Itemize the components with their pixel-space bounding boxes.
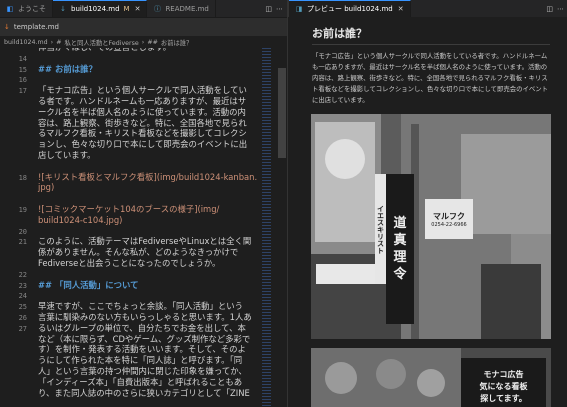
more-actions-icon[interactable]: ⋯ — [557, 5, 564, 13]
editor-actions: ◫ ⋯ — [265, 0, 287, 17]
booth-photo: モナコ広告 気になる看板 探してます。 — [311, 348, 551, 407]
code-line[interactable]: す）を制作・発表する活動をいいます。そして、そのよ — [38, 344, 246, 355]
code-line[interactable]: 店しています。 — [38, 150, 96, 161]
line-number: 19 — [18, 206, 27, 214]
code-line[interactable]: ョンし、色々な切り口で本にして即売会のイベントに出 — [38, 139, 247, 150]
code-line[interactable]: build1024-c104.jpg) — [38, 215, 122, 226]
breadcrumb-hash[interactable]: # — [56, 39, 61, 46]
tab-readme[interactable]: ⓘ README.md — [147, 0, 216, 17]
code-line[interactable]: このように、活動テーマはFediverseやLinuxとは全く関 — [38, 236, 251, 247]
scrollbar-thumb[interactable] — [278, 68, 286, 158]
code-line[interactable]: jpg) — [38, 182, 54, 193]
close-icon[interactable]: ✕ — [398, 5, 404, 13]
code-line[interactable]: 「モナコ広告」という個人サークルで同人活動をしてい — [38, 85, 247, 96]
more-actions-icon[interactable]: ⋯ — [276, 5, 283, 13]
tab-build1024[interactable]: ↓ build1024.md M ✕ — [53, 0, 148, 17]
code-line[interactable]: 人」という言葉の持つ仲間内に閉じた印象を嫌ってか、 — [38, 366, 247, 377]
editor-tab-bar: ◧ ようこそ ↓ build1024.md M ✕ ⓘ README.md ◫ … — [0, 0, 287, 18]
line-number: 14 — [18, 54, 27, 63]
preview-heading: お前は誰？ — [312, 27, 367, 40]
line-number: 27 — [18, 324, 27, 333]
preview-icon: ◨ — [295, 5, 303, 13]
code-line[interactable]: Fediverseと出会うことになったのでしょうか。 — [38, 258, 220, 269]
line-number: 18 — [18, 173, 27, 182]
split-editor-icon[interactable]: ◫ — [546, 5, 553, 13]
code-line[interactable]: 係がありません。そんな私が、どのようなきっかけで — [38, 247, 238, 258]
code-line[interactable]: るマルフク看板・キリスト看板などを撮影してコレクシ — [38, 128, 247, 139]
breadcrumb: build1024.md › # 私と同人活動とFediverse › ## お… — [0, 37, 287, 48]
tab-label: README.md — [165, 4, 209, 13]
code-line[interactable]: など（本に限らず、CDやゲーム、グッズ制作など多彩で — [38, 334, 250, 345]
tab-label: プレビュー build1024.md — [307, 5, 393, 13]
info-icon: ⓘ — [153, 4, 161, 13]
code-line[interactable]: 早速ですが、ここでちょっと余談。「同人活動」という — [38, 301, 243, 312]
breadcrumb-heading[interactable]: お前は誰？ — [161, 38, 192, 47]
tab-label: ようこそ — [18, 4, 46, 13]
booth-sign: モナコ広告 気になる看板 探してます。 — [461, 358, 546, 407]
code-line[interactable]: ## 「同人活動」について — [38, 280, 138, 291]
kanban-photo: 道 真 理 令 イエスキリスト マルフク 0254-22-6966 — [311, 114, 551, 339]
line-number: 17 — [18, 87, 27, 96]
markdown-icon: ↓ — [60, 5, 66, 13]
markdown-icon: ↓ — [4, 23, 10, 31]
line-number: 26 — [18, 314, 27, 322]
line-number: 22 — [18, 270, 27, 279]
marufuku-sign: マルフク 0254-22-6966 — [425, 199, 473, 239]
tab-label: build1024.md — [71, 5, 120, 13]
close-icon[interactable]: ✕ — [135, 5, 141, 13]
code-line[interactable]: うにして作られた本を特に「同人誌」と呼びます。「同 — [38, 355, 242, 366]
code-editor[interactable]: 14 15 16 17 18 19 20 21 22 23 24 25 26 27 体当かくはし、ての宣言… — [0, 48, 287, 407]
tab-preview[interactable]: ◨ プレビュー build1024.md ✕ — [289, 0, 411, 17]
line-number: 24 — [18, 292, 27, 301]
editor-content[interactable]: 体当かくはし、ての宣言とします。 ## お前は誰？ 「モナコ広告」という個人サークル… — [38, 48, 260, 407]
code-line[interactable]: ## お前は誰？ — [38, 64, 97, 75]
minimap[interactable] — [262, 48, 271, 407]
tab-template[interactable]: ↓ template.md — [0, 18, 287, 36]
vertical-scrollbar[interactable] — [277, 48, 287, 407]
preview-tab-bar: ◨ プレビュー build1024.md ✕ ◫ ⋯ — [288, 0, 567, 17]
preview-actions: ◫ ⋯ — [546, 0, 567, 17]
line-number: 23 — [18, 281, 27, 290]
line-number-gutter: 14 15 16 17 18 19 20 21 22 23 24 25 26 27 — [0, 48, 30, 407]
code-line[interactable]: 体当かくはし、ての宣言とします。 — [38, 48, 171, 53]
modified-badge: M — [123, 5, 130, 13]
preview-paragraph: 「モナコ広告」という個人サークルで同人活動をしている者です。ハンドルネームも一応… — [312, 52, 549, 104]
michi-sign: 道 真 理 令 — [386, 174, 414, 324]
line-number: 25 — [18, 303, 27, 312]
code-line[interactable]: るいはグループの単位で、自分たちでお金を出して、本 — [38, 323, 246, 334]
line-number: 21 — [18, 238, 27, 247]
breadcrumb-file[interactable]: build1024.md — [4, 39, 48, 46]
code-line[interactable]: る者です。ハンドルネームも一応ありますが、最近はサ — [38, 96, 246, 107]
line-number: 15 — [18, 65, 27, 74]
markdown-preview[interactable]: お前は誰？ 「モナコ広告」という個人サークルで同人活動をしている者です。ハンドル… — [288, 18, 567, 407]
code-line[interactable]: ークル名を半ば個人名のように使っています。活動の内 — [38, 107, 246, 118]
breadcrumb-section[interactable]: 私と同人活動とFediverse — [64, 38, 138, 47]
split-editor-icon[interactable]: ◫ — [265, 5, 272, 13]
code-line[interactable]: ![コミックマーケット104のブースの様子](img/ — [38, 204, 219, 215]
heading-rule — [312, 44, 550, 45]
tab-label: template.md — [13, 23, 59, 31]
line-number: 20 — [18, 227, 27, 236]
line-number: 16 — [18, 76, 27, 85]
breadcrumb-hash2[interactable]: ## — [147, 39, 158, 46]
code-line[interactable]: 容は、路上観察、街歩きなど。特に、全国各地で見られ — [38, 118, 247, 129]
code-line[interactable]: 言葉に馴染みのない方もいらっしゃると思います。1人あ — [38, 312, 252, 323]
code-line[interactable]: ![キリスト看板とマルフク看板](img/build1024-kanban. — [38, 172, 257, 183]
vscode-icon: ◧ — [6, 4, 14, 13]
tab-welcome[interactable]: ◧ ようこそ — [0, 0, 53, 17]
christ-sign: イエスキリスト — [375, 174, 386, 284]
code-line[interactable]: 「インディーズ本」「自費出版本」と呼ばれることもあ — [38, 377, 242, 388]
code-line[interactable]: り、また同人誌の中のさらに狭いカテゴリとして「ZINE — [38, 388, 250, 399]
